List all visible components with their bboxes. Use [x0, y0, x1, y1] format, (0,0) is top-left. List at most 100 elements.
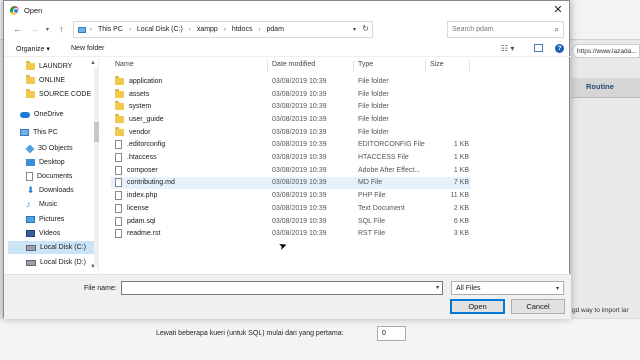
- nav-item-source-code[interactable]: SOURCE CODE: [26, 88, 91, 101]
- nav-item-documents[interactable]: Documents: [26, 170, 72, 183]
- organize-button[interactable]: Organize ▾: [16, 45, 50, 53]
- nav-item-music[interactable]: ♪ Music: [26, 198, 57, 211]
- nav-label: Local Disk (D:): [40, 259, 86, 266]
- column-header-type[interactable]: Type: [358, 61, 373, 68]
- file-name-cell: index.php: [115, 191, 158, 201]
- file-row[interactable]: .editorconfig 03/08/2019 10:39 EDITORCONFI…: [111, 139, 471, 152]
- folder-icon: [115, 88, 124, 98]
- help-icon[interactable]: ?: [555, 44, 564, 53]
- file-date-cell: 03/08/2019 10:39: [272, 192, 327, 200]
- file-name-text: .htaccess: [127, 154, 157, 162]
- file-name-cell: application: [115, 75, 163, 85]
- drive-icon: [26, 244, 36, 251]
- file-row[interactable]: .htaccess 03/08/2019 10:39 HTACCESS File 1 …: [111, 151, 471, 164]
- file-row[interactable]: system 03/08/2019 10:39 File folder: [111, 100, 471, 113]
- file-row[interactable]: assets 03/08/2019 10:39 File folder: [111, 88, 471, 101]
- close-button[interactable]: ✕: [551, 3, 565, 17]
- column-header-date[interactable]: Date modified: [272, 61, 315, 68]
- file-date-cell: 03/08/2019 10:39: [272, 115, 327, 123]
- recent-locations-chevron-icon[interactable]: ▾: [46, 26, 49, 33]
- chevron-right-icon: ›: [128, 26, 131, 33]
- file-row[interactable]: readme.rst 03/08/2019 10:39 RST File 3 KB: [111, 227, 471, 240]
- column-divider[interactable]: [267, 60, 268, 72]
- open-button[interactable]: Open: [450, 299, 505, 314]
- file-name-cell: readme.rst: [115, 229, 160, 239]
- column-divider[interactable]: [469, 60, 470, 72]
- skip-queries-input[interactable]: 0: [377, 326, 406, 341]
- back-arrow-icon[interactable]: ←: [13, 24, 22, 34]
- nav-item-this-pc[interactable]: This PC: [20, 126, 58, 139]
- routine-menu-item[interactable]: Routine: [586, 82, 614, 91]
- view-options-icon[interactable]: ☷ ▾: [501, 44, 514, 53]
- file-date-cell: 03/08/2019 10:39: [272, 179, 327, 187]
- column-header-name[interactable]: Name: [115, 61, 134, 68]
- breadcrumb-htdocs[interactable]: htdocs: [232, 26, 253, 33]
- breadcrumb-this-pc[interactable]: This PC: [98, 26, 123, 33]
- file-size-cell: 1 KB: [453, 141, 469, 149]
- nav-item-onedrive[interactable]: OneDrive: [20, 108, 64, 121]
- nav-scrollbar-thumb[interactable]: [94, 122, 99, 142]
- folder-icon: [26, 61, 35, 70]
- file-row[interactable]: composer 03/08/2019 10:39 Adobe After Effe…: [111, 164, 471, 177]
- file-date-cell: 03/08/2019 10:39: [272, 128, 327, 136]
- browser-url-bar[interactable]: https://www.lazada...: [572, 44, 640, 58]
- file-name-field[interactable]: ▾: [121, 281, 443, 295]
- nav-item-online[interactable]: ONLINE: [26, 74, 65, 87]
- refresh-icon[interactable]: ↻: [362, 24, 369, 33]
- nav-item-downloads[interactable]: ⬇ Downloads: [26, 184, 74, 197]
- nav-item-videos[interactable]: Videos: [26, 227, 60, 240]
- nav-scrollbar[interactable]: [94, 67, 99, 267]
- up-arrow-icon[interactable]: ↑: [59, 24, 64, 34]
- breadcrumb-local-disk-c[interactable]: Local Disk (C:): [137, 26, 183, 33]
- address-bar[interactable]: › This PC › Local Disk (C:) › xampp › ht…: [73, 21, 373, 38]
- breadcrumb-pdam[interactable]: pdam: [266, 26, 284, 33]
- nav-item-desktop[interactable]: Desktop: [26, 156, 65, 169]
- file-size-cell: 6 KB: [453, 217, 469, 225]
- nav-item-3d-objects[interactable]: 3D Objects: [25, 142, 73, 155]
- chevron-down-icon[interactable]: ▾: [436, 284, 439, 291]
- file-date-cell: 03/08/2019 10:39: [272, 230, 327, 238]
- file-type-value: All Files: [456, 285, 481, 292]
- this-pc-icon: [78, 26, 86, 33]
- file-row[interactable]: user_guide 03/08/2019 10:39 File folder: [111, 113, 471, 126]
- nav-item-pictures[interactable]: Pictures: [26, 213, 64, 226]
- file-name-cell: assets: [115, 88, 149, 98]
- chevron-right-icon: ›: [223, 26, 226, 33]
- file-name-cell: .editorconfig: [115, 140, 165, 150]
- column-divider[interactable]: [425, 60, 426, 72]
- column-header-size[interactable]: Size: [430, 61, 444, 68]
- navigation-pane: ▲ LAUNDRY ONLINE SOURCE CODE OneDrive Th…: [4, 58, 99, 274]
- nav-label: Music: [39, 201, 58, 208]
- desktop-icon: [26, 159, 35, 166]
- new-folder-button[interactable]: New folder: [71, 45, 104, 52]
- file-row[interactable]: pdam.sql 03/08/2019 10:39 SQL File 6 KB: [111, 215, 471, 228]
- folder-icon: [26, 75, 35, 84]
- file-type-select[interactable]: All Files ▾: [451, 281, 564, 295]
- file-icon: [115, 191, 122, 201]
- file-row[interactable]: vendor 03/08/2019 10:39 File folder: [111, 126, 471, 139]
- preview-pane-icon[interactable]: [534, 44, 543, 52]
- file-name-text: index.php: [127, 192, 158, 200]
- breadcrumb-xampp[interactable]: xampp: [197, 26, 218, 33]
- file-row[interactable]: contributing.md 03/08/2019 10:39 MD File 7 …: [111, 176, 471, 190]
- nav-item-local-disk-d[interactable]: Local Disk (D:): [26, 256, 86, 269]
- column-divider[interactable]: [353, 60, 354, 72]
- chevron-right-icon: ›: [188, 26, 191, 33]
- chevron-right-icon: ›: [90, 26, 92, 33]
- chevron-down-icon[interactable]: ▾: [353, 26, 356, 33]
- forward-arrow-icon[interactable]: →: [30, 24, 39, 34]
- file-size-cell: 1 KB: [453, 154, 469, 162]
- file-row[interactable]: license 03/08/2019 10:39 Text Document 2 KB: [111, 202, 471, 215]
- scroll-up-icon[interactable]: ▲: [90, 60, 96, 66]
- file-row[interactable]: index.php 03/08/2019 10:39 PHP File 11 KB: [111, 189, 471, 202]
- nav-label: Local Disk (C:): [40, 244, 86, 251]
- nav-label: 3D Objects: [38, 145, 73, 152]
- cancel-button[interactable]: Cancel: [511, 299, 565, 314]
- search-input[interactable]: Search pdam ⌕: [447, 21, 564, 38]
- nav-item-laundry[interactable]: LAUNDRY: [26, 60, 72, 73]
- nav-item-local-disk-c[interactable]: Local Disk (C:): [8, 241, 94, 254]
- file-name-cell: user_guide: [115, 113, 164, 123]
- file-icon: [115, 203, 122, 213]
- file-row[interactable]: application 03/08/2019 10:39 File folder: [111, 75, 471, 88]
- file-name-text: application: [129, 77, 163, 85]
